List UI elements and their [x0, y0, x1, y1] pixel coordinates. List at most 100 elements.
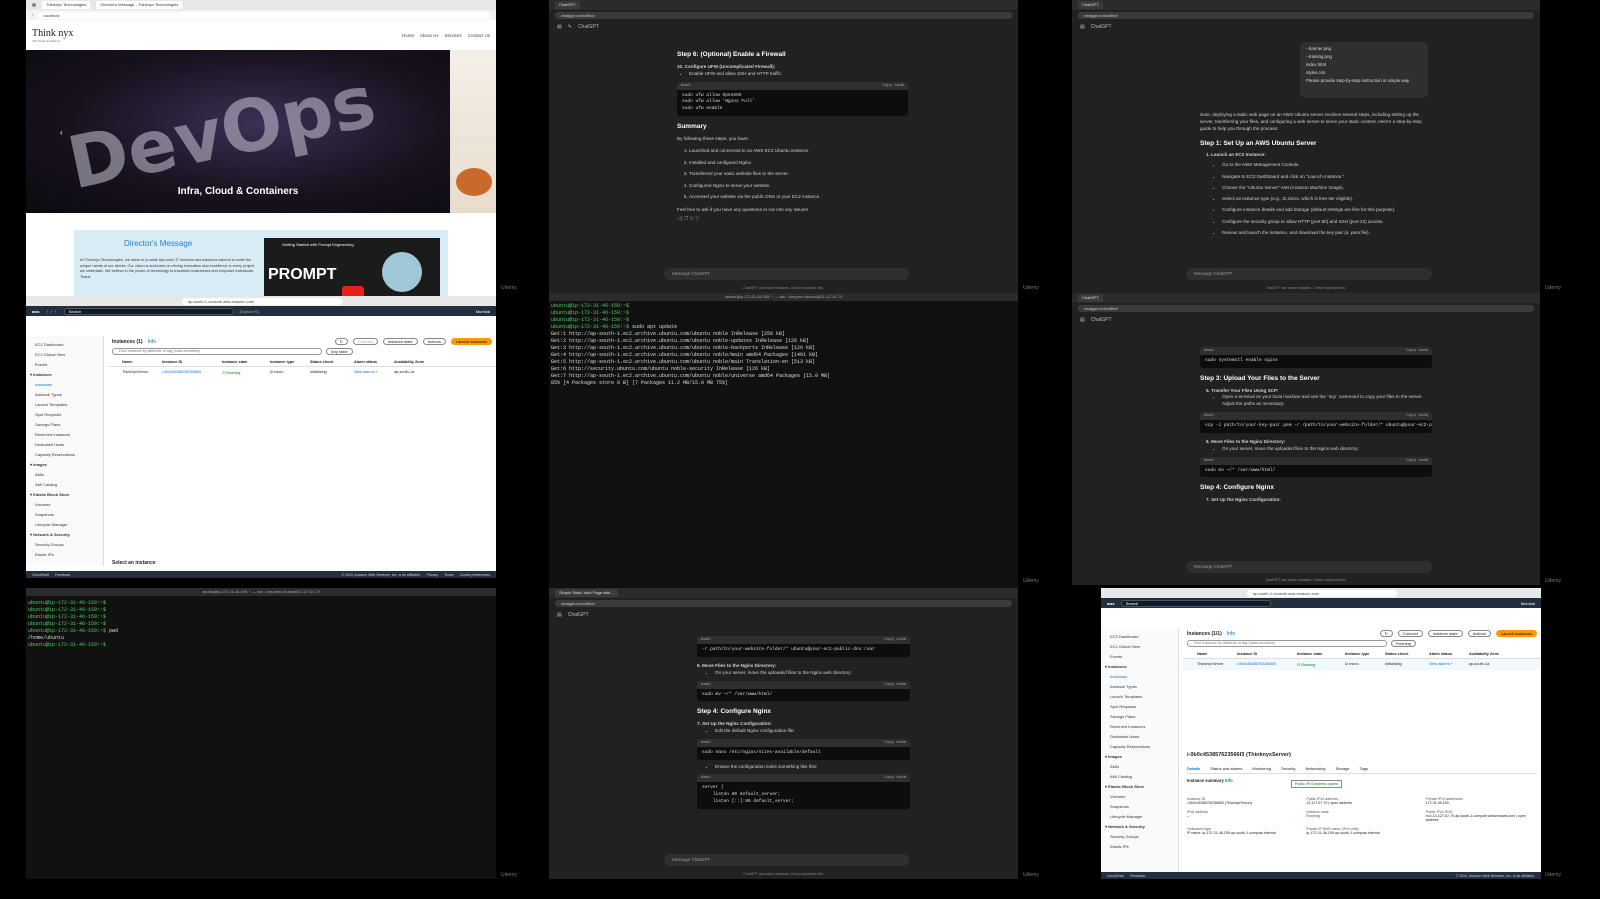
column-header[interactable]: Alarm status: [354, 360, 394, 364]
sidebar-item[interactable]: ▾ Instances: [1105, 662, 1174, 672]
sidebar-item[interactable]: Savings Plans: [1105, 712, 1174, 722]
copy-code-button[interactable]: Copy code: [882, 83, 904, 89]
copy-code-button[interactable]: Copy code: [884, 682, 906, 688]
browser-tab[interactable]: ChatGPT: [1078, 294, 1103, 302]
copy-code-button[interactable]: Copy code: [1406, 413, 1428, 419]
sidebar-item[interactable]: ▾ Elastic Block Store: [1105, 782, 1174, 792]
url-input[interactable]: chatgpt.com/c/6bcf: [1078, 11, 1534, 19]
services-menu-icon[interactable]: ⋮⋮⋮: [46, 309, 58, 314]
sidebar-item[interactable]: ▾ Images: [1105, 752, 1174, 762]
sidebar-item[interactable]: ▾ Network & Security: [1105, 822, 1174, 832]
url-input[interactable]: ap-south-1.console.aws.amazon.com: [182, 297, 342, 305]
column-header[interactable]: Availability Zone: [1469, 652, 1513, 656]
sidebar-item[interactable]: Reserved Instances: [30, 430, 99, 440]
sidebar-item[interactable]: AMIs: [30, 470, 99, 480]
info-link[interactable]: Info: [1227, 631, 1235, 637]
table-row[interactable]: ThinknyxServer i-0b0c453857623566f3 ⊙ Runn…: [108, 367, 496, 378]
column-header[interactable]: Status check: [1385, 652, 1429, 656]
sidebar-item[interactable]: Launch Templates: [1105, 692, 1174, 702]
table-cell[interactable]: View alarms +: [354, 370, 394, 375]
detail-tab[interactable]: Details: [1187, 766, 1200, 771]
detail-tab[interactable]: Networking: [1306, 766, 1326, 771]
info-link[interactable]: Info: [148, 339, 156, 345]
browser-tab-2[interactable]: Director's Message - Thinknyx Technologi…: [96, 1, 183, 9]
copy-icon[interactable]: ❐: [684, 216, 688, 222]
sidebar-item[interactable]: Events: [1105, 652, 1174, 662]
detail-tab[interactable]: Storage: [1336, 766, 1350, 771]
footer-link[interactable]: Cookie preferences: [460, 573, 490, 577]
model-selector[interactable]: ChatGPT: [568, 612, 589, 618]
sidebar-item[interactable]: EC2 Global View: [1105, 642, 1174, 652]
speaker-icon[interactable]: ◁): [677, 216, 683, 222]
nav-link-1[interactable]: About Us: [420, 33, 439, 38]
chat-input[interactable]: Message ChatGPT: [1186, 268, 1432, 280]
url-input[interactable]: localhost: [37, 11, 490, 19]
copy-code-button[interactable]: Copy code: [884, 637, 906, 643]
column-header[interactable]: Instance ID: [162, 360, 222, 364]
sidebar-item[interactable]: Spot Requests: [1105, 702, 1174, 712]
connect-button[interactable]: Connect: [352, 338, 378, 345]
sidebar-item[interactable]: Security Groups: [30, 540, 99, 550]
refresh-button[interactable]: ↻: [334, 338, 348, 345]
copy-code-button[interactable]: Copy code: [884, 775, 906, 781]
play-icon[interactable]: [342, 286, 364, 296]
aws-logo[interactable]: aws: [32, 309, 40, 314]
detail-tab[interactable]: Security: [1281, 766, 1295, 771]
sidebar-item[interactable]: Instances: [30, 380, 99, 390]
sidebar-item[interactable]: AMI Catalog: [1105, 772, 1174, 782]
sidebar-item[interactable]: ▾ Elastic Block Store: [30, 490, 99, 500]
column-header[interactable]: Status check: [310, 360, 354, 364]
nav-link-2[interactable]: Services: [444, 33, 461, 38]
filter-input[interactable]: Find Instance by attribute or tag (case-…: [112, 348, 322, 355]
aws-logo[interactable]: aws: [1107, 601, 1115, 606]
sidebar-item[interactable]: Security Groups: [1105, 832, 1174, 842]
sidebar-item[interactable]: Launch Templates: [30, 400, 99, 410]
sidebar-item[interactable]: Volumes: [1105, 792, 1174, 802]
sidebar-item[interactable]: Dedicated Hosts: [30, 440, 99, 450]
sidebar-item[interactable]: AMIs: [1105, 762, 1174, 772]
url-input[interactable]: chatgpt.com/c/6bcf: [555, 599, 1012, 607]
browser-tab[interactable]: Simple Static Web Page with...: [555, 589, 618, 597]
sidebar-item[interactable]: AMI Catalog: [30, 480, 99, 490]
sidebar-item[interactable]: Snapshots: [30, 510, 99, 520]
sidebar-item[interactable]: Elastic IPs: [30, 550, 99, 560]
nav-link-3[interactable]: Contact Us: [468, 33, 490, 38]
sidebar-item[interactable]: Instances: [1105, 672, 1174, 682]
instance-state-button[interactable]: Instance state: [1427, 630, 1463, 637]
carousel-prev-icon[interactable]: ‹: [60, 128, 63, 137]
sidebar-item[interactable]: Savings Plans: [30, 420, 99, 430]
model-selector[interactable]: ChatGPT: [1091, 317, 1112, 323]
table-cell[interactable]: View alarms +: [1429, 662, 1469, 667]
sidebar-item[interactable]: Capacity Reservations: [1105, 742, 1174, 752]
nav-link-0[interactable]: Home: [402, 33, 414, 38]
state-filter[interactable]: Any state: [326, 348, 353, 355]
sidebar-item[interactable]: Snapshots: [1105, 802, 1174, 812]
column-header[interactable]: Availability Zone: [394, 360, 438, 364]
sidebar-item[interactable]: Lifecycle Manager: [1105, 812, 1174, 822]
copy-code-button[interactable]: Copy code: [1406, 348, 1428, 354]
sidebar-item[interactable]: Dedicated Hosts: [1105, 732, 1174, 742]
footer-link[interactable]: Privacy: [427, 573, 438, 577]
chat-input[interactable]: Message ChatGPT: [1186, 561, 1432, 573]
terminal-output[interactable]: ubuntu@ip-172-31-46-159:~$ ubuntu@ip-172-…: [26, 596, 496, 653]
url-input[interactable]: chatgpt.com/c/6bcf: [1078, 304, 1534, 312]
sidebar-toggle-icon[interactable]: ▤: [557, 24, 562, 30]
column-header[interactable]: Instance ID: [1237, 652, 1297, 656]
sidebar-item[interactable]: Instance Types: [30, 390, 99, 400]
refresh-icon[interactable]: ↻: [690, 216, 694, 222]
copy-code-button[interactable]: Copy code: [1406, 458, 1428, 464]
terminal-output[interactable]: ubuntu@ip-172-31-46-159:~$ ubuntu@ip-172-…: [549, 301, 1018, 389]
chat-input[interactable]: Message ChatGPT: [664, 268, 909, 280]
table-cell[interactable]: i-0b0c453857623566f3: [162, 370, 222, 375]
sidebar-toggle-icon[interactable]: ▤: [557, 612, 562, 618]
new-chat-icon[interactable]: ✎: [568, 24, 572, 30]
column-header[interactable]: Name: [122, 360, 162, 364]
state-filter[interactable]: Running: [1391, 640, 1416, 647]
detail-tab[interactable]: Tags: [1360, 766, 1368, 771]
copy-code-button[interactable]: Copy code: [884, 740, 906, 746]
launch-instances-button[interactable]: Launch instances: [450, 338, 492, 345]
region-selector[interactable]: Mumbai: [1521, 601, 1535, 606]
sidebar-item[interactable]: Instance Types: [1105, 682, 1174, 692]
site-logo[interactable]: Think nyx The Tech Architects: [32, 28, 73, 43]
back-icon[interactable]: ‹: [32, 12, 34, 18]
